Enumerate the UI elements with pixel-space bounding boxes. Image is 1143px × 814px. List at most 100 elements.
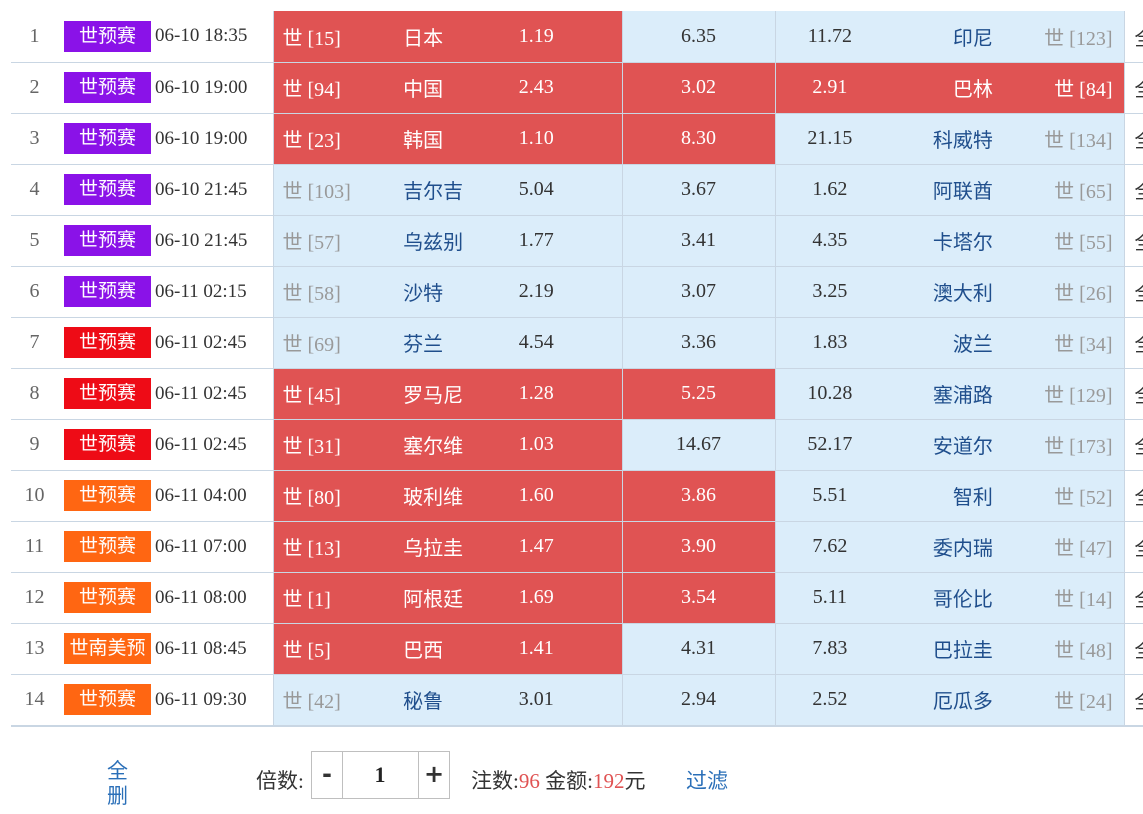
away-win-option[interactable]: 52.17 安道尔 世 [173] — [774, 419, 1124, 471]
home-win-option[interactable]: 世 [69] 芬兰 4.54 — [272, 317, 622, 369]
home-win-option[interactable]: 世 [5] 巴西 1.41 — [272, 623, 622, 675]
match-index: 11 — [11, 521, 58, 573]
all-option-cell[interactable]: 全 — [1123, 470, 1143, 522]
away-odds: 10.28 — [807, 382, 853, 404]
away-win-option[interactable]: 4.35 卡塔尔 世 [55] — [774, 215, 1124, 267]
draw-option[interactable]: 2.94 — [621, 674, 775, 726]
match-index: 9 — [11, 419, 58, 471]
all-option-cell[interactable]: 全 — [1123, 164, 1143, 216]
league-badge[interactable]: 世预赛 — [64, 531, 151, 562]
away-win-option[interactable]: 2.52 厄瓜多 世 [24] — [774, 674, 1124, 726]
draw-odds: 3.67 — [681, 178, 716, 200]
draw-option[interactable]: 5.25 — [621, 368, 775, 420]
multiplier-input[interactable]: 1 — [342, 751, 418, 799]
draw-option[interactable]: 14.67 — [621, 419, 775, 471]
home-team: 罗马尼 — [403, 385, 464, 407]
league-badge[interactable]: 世预赛 — [64, 174, 151, 205]
away-win-option[interactable]: 1.83 波兰 世 [34] — [774, 317, 1124, 369]
all-option-cell[interactable]: 全 — [1123, 113, 1143, 165]
filter-link[interactable]: 过滤 — [686, 765, 728, 795]
league-badge[interactable]: 世南美预 — [64, 633, 151, 664]
home-odds: 2.19 — [518, 280, 554, 302]
league-badge[interactable]: 世预赛 — [64, 429, 151, 460]
match-index: 3 — [11, 113, 58, 165]
match-row: 2 世预赛 06-10 19:00 世 [94] 中国 2.43 3.02 2.91 巴林 世 [… — [11, 62, 1143, 114]
draw-odds: 8.30 — [681, 127, 716, 149]
away-team: 印尼 — [952, 27, 993, 50]
match-index: 13 — [11, 623, 58, 675]
away-team: 阿联酋 — [932, 181, 993, 203]
home-win-option[interactable]: 世 [57] 乌兹别 1.77 — [272, 215, 622, 267]
all-option-cell[interactable]: 全 — [1123, 215, 1143, 267]
away-win-option[interactable]: 3.25 澳大利 世 [26] — [774, 266, 1124, 318]
match-row: 5 世预赛 06-10 21:45 世 [57] 乌兹别 1.77 3.41 4.35 卡塔尔 世… — [11, 215, 1143, 267]
away-odds: 7.62 — [812, 535, 848, 557]
all-option-cell[interactable]: 全 — [1123, 572, 1143, 624]
draw-option[interactable]: 8.30 — [621, 113, 775, 165]
all-option-cell[interactable]: 全 — [1123, 521, 1143, 573]
all-option-cell[interactable]: 全 — [1123, 623, 1143, 675]
away-rank: 世 [173] — [1044, 436, 1113, 458]
draw-option[interactable]: 3.54 — [621, 572, 775, 624]
home-win-option[interactable]: 世 [31] 塞尔维 1.03 — [272, 419, 622, 471]
league-badge[interactable]: 世预赛 — [64, 582, 151, 613]
away-rank: 世 [134] — [1044, 130, 1113, 152]
draw-option[interactable]: 3.86 — [621, 470, 775, 522]
league-badge[interactable]: 世预赛 — [64, 378, 151, 409]
home-win-option[interactable]: 世 [1] 阿根廷 1.69 — [272, 572, 622, 624]
multiplier-increase-button[interactable]: + — [418, 751, 450, 799]
league-badge[interactable]: 世预赛 — [64, 684, 151, 715]
away-win-option[interactable]: 2.91 巴林 世 [84] — [774, 62, 1124, 114]
draw-option[interactable]: 6.35 — [621, 11, 775, 63]
all-option-cell[interactable]: 全 — [1123, 674, 1143, 726]
all-option-cell[interactable]: 全 — [1123, 62, 1143, 114]
home-win-option[interactable]: 世 [80] 玻利维 1.60 — [272, 470, 622, 522]
home-win-option[interactable]: 世 [13] 乌拉圭 1.47 — [272, 521, 622, 573]
draw-odds: 3.90 — [681, 535, 716, 557]
draw-option[interactable]: 3.90 — [621, 521, 775, 573]
delete-all-label-line1: 全 — [107, 759, 128, 783]
draw-option[interactable]: 3.41 — [621, 215, 775, 267]
away-win-option[interactable]: 5.51 智利 世 [52] — [774, 470, 1124, 522]
all-option-cell[interactable]: 全 — [1123, 419, 1143, 471]
league-badge[interactable]: 世预赛 — [64, 276, 151, 307]
league-badge[interactable]: 世预赛 — [64, 123, 151, 154]
draw-odds: 3.07 — [681, 280, 716, 302]
multiplier-decrease-button[interactable]: - — [311, 751, 343, 799]
home-odds: 3.01 — [518, 688, 554, 710]
away-win-option[interactable]: 10.28 塞浦路 世 [129] — [774, 368, 1124, 420]
draw-option[interactable]: 3.07 — [621, 266, 775, 318]
home-rank: 世 [45] — [282, 385, 341, 407]
away-win-option[interactable]: 5.11 哥伦比 世 [14] — [774, 572, 1124, 624]
home-win-option[interactable]: 世 [103] 吉尔吉 5.04 — [272, 164, 622, 216]
league-badge[interactable]: 世预赛 — [64, 480, 151, 511]
away-team: 哥伦比 — [932, 589, 993, 611]
draw-option[interactable]: 3.02 — [621, 62, 775, 114]
home-win-option[interactable]: 世 [23] 韩国 1.10 — [272, 113, 622, 165]
home-rank: 世 [1] — [282, 589, 331, 611]
league-badge[interactable]: 世预赛 — [64, 327, 151, 358]
home-win-option[interactable]: 世 [15] 日本 1.19 — [272, 11, 622, 63]
home-win-option[interactable]: 世 [94] 中国 2.43 — [272, 62, 622, 114]
match-time: 06-11 07:00 — [153, 521, 273, 573]
away-win-option[interactable]: 7.62 委内瑞 世 [47] — [774, 521, 1124, 573]
league-badge[interactable]: 世预赛 — [64, 225, 151, 256]
home-win-option[interactable]: 世 [58] 沙特 2.19 — [272, 266, 622, 318]
all-option-cell[interactable]: 全 — [1123, 368, 1143, 420]
draw-option[interactable]: 3.36 — [621, 317, 775, 369]
away-win-option[interactable]: 7.83 巴拉圭 世 [48] — [774, 623, 1124, 675]
away-team: 澳大利 — [932, 283, 993, 305]
away-win-option[interactable]: 1.62 阿联酋 世 [65] — [774, 164, 1124, 216]
all-option-cell[interactable]: 全 — [1123, 317, 1143, 369]
league-badge[interactable]: 世预赛 — [64, 20, 151, 52]
delete-all-button[interactable]: 全 删 — [107, 759, 128, 809]
draw-option[interactable]: 3.67 — [621, 164, 775, 216]
league-badge[interactable]: 世预赛 — [64, 72, 151, 103]
all-option-cell[interactable]: 全 — [1123, 11, 1143, 63]
away-win-option[interactable]: 11.72 印尼 世 [123] — [774, 11, 1124, 63]
away-win-option[interactable]: 21.15 科威特 世 [134] — [774, 113, 1124, 165]
home-win-option[interactable]: 世 [45] 罗马尼 1.28 — [272, 368, 622, 420]
home-win-option[interactable]: 世 [42] 秘鲁 3.01 — [272, 674, 622, 726]
all-option-cell[interactable]: 全 — [1123, 266, 1143, 318]
draw-option[interactable]: 4.31 — [621, 623, 775, 675]
